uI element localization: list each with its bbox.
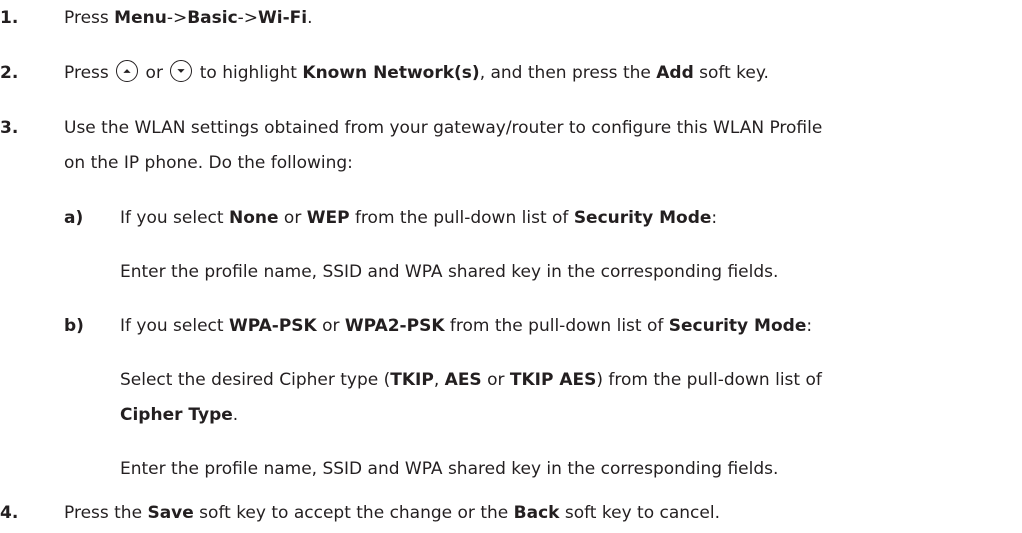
- step-number: 4.: [0, 503, 19, 523]
- step-text: Press or to highlight Known Network(s), …: [64, 60, 769, 85]
- cipher-text-line-1: Select the desired Cipher type (TKIP, AE…: [120, 370, 822, 390]
- up-arrow-key-icon: [116, 60, 139, 82]
- step-number: 2.: [0, 63, 19, 83]
- cipher-text-line-2: Cipher Type.: [120, 405, 239, 425]
- step-text: Press the Save soft key to accept the ch…: [64, 503, 720, 523]
- substep-detail: Enter the profile name, SSID and WPA sha…: [120, 262, 779, 282]
- step-text-line-1: Use the WLAN settings obtained from your…: [64, 118, 823, 138]
- substep-text: If you select None or WEP from the pull-…: [120, 208, 718, 228]
- step-text: Press Menu->Basic->Wi-Fi.: [64, 8, 313, 28]
- down-arrow-key-icon: [170, 60, 193, 82]
- step-text-line-2: on the IP phone. Do the following:: [64, 153, 353, 173]
- step-number: 3.: [0, 118, 19, 138]
- substep-number: a): [64, 208, 84, 228]
- substep-detail: Enter the profile name, SSID and WPA sha…: [120, 459, 779, 479]
- substep-number: b): [64, 316, 84, 336]
- step-number: 1.: [0, 8, 19, 28]
- substep-text: If you select WPA-PSK or WPA2-PSK from t…: [120, 316, 813, 336]
